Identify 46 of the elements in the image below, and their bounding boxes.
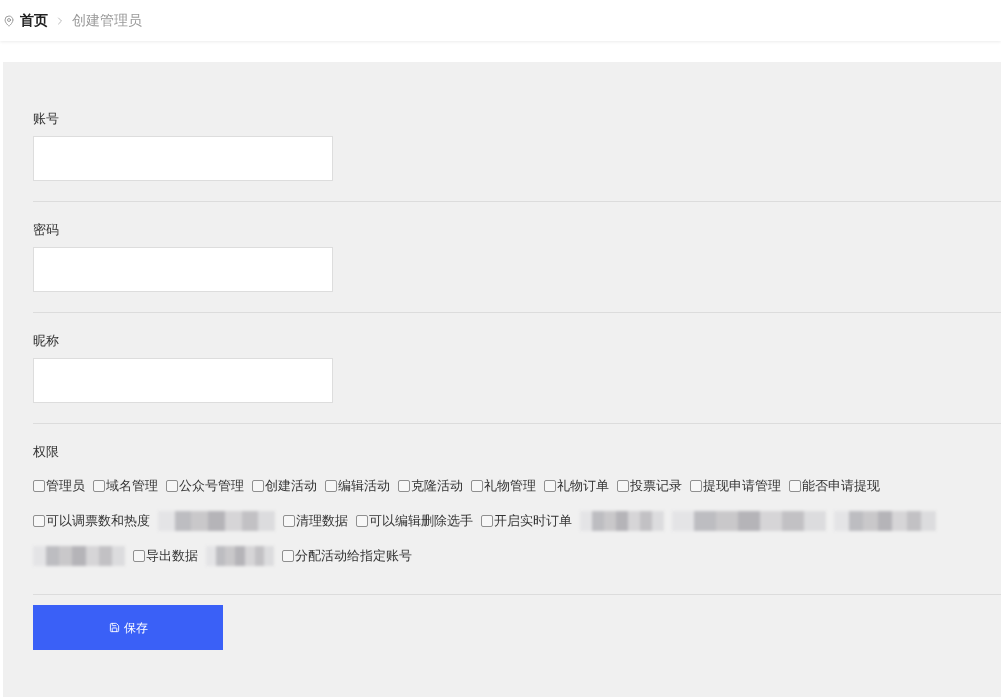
breadcrumb-link[interactable]: 首页	[20, 10, 48, 31]
permission-option[interactable]: 能否申请提现	[789, 476, 880, 496]
checkbox[interactable]	[481, 515, 493, 527]
permission-option[interactable]: 提现申请管理	[690, 476, 781, 496]
permission-option[interactable]: 克隆活动	[398, 476, 463, 496]
field-label: 权限	[33, 444, 60, 460]
permission-option[interactable]: 可以调票数和热度	[33, 511, 150, 531]
permission-option[interactable]: 管理员	[33, 476, 85, 496]
permission-option[interactable]: 可以编辑删除选手	[356, 511, 473, 531]
checkbox[interactable]	[690, 480, 702, 492]
save-button[interactable]: 保存	[33, 605, 223, 650]
permission-option[interactable]: 礼物管理	[471, 476, 536, 496]
checkbox[interactable]	[33, 515, 45, 527]
checkbox[interactable]	[33, 480, 45, 492]
checkbox[interactable]	[282, 550, 294, 562]
field-label: 昵称	[33, 333, 60, 349]
checkbox[interactable]	[471, 480, 483, 492]
checkbox[interactable]	[93, 480, 105, 492]
checkbox[interactable]	[325, 480, 337, 492]
permission-option[interactable]: 公众号管理	[166, 476, 244, 496]
field-label: 密码	[33, 222, 60, 238]
checkbox[interactable]	[356, 515, 368, 527]
text-input[interactable]	[33, 136, 333, 181]
permission-option[interactable]: 导出数据	[133, 546, 198, 566]
checkbox[interactable]	[166, 480, 178, 492]
permission-option[interactable]: 编辑活动	[325, 476, 390, 496]
location-pin-icon	[3, 13, 15, 28]
checkbox[interactable]	[283, 515, 295, 527]
checkbox[interactable]	[398, 480, 410, 492]
permission-option[interactable]: 礼物订单	[544, 476, 609, 496]
checkbox[interactable]	[789, 480, 801, 492]
permission-option[interactable]: 域名管理	[93, 476, 158, 496]
save-icon	[108, 622, 120, 633]
checkbox[interactable]	[252, 480, 264, 492]
text-input[interactable]	[33, 358, 333, 403]
checkbox[interactable]	[544, 480, 556, 492]
text-input[interactable]	[33, 247, 333, 292]
blurred-region	[206, 546, 274, 566]
permission-option[interactable]: 分配活动给指定账号	[282, 546, 412, 566]
permission-option[interactable]: 创建活动	[252, 476, 317, 496]
permission-option[interactable]: 投票记录	[617, 476, 682, 496]
checkbox[interactable]	[617, 480, 629, 492]
permission-option[interactable]: 清理数据	[283, 511, 348, 531]
field-label: 账号	[33, 111, 60, 127]
permission-option[interactable]: 开启实时订单	[481, 511, 572, 531]
checkbox[interactable]	[133, 550, 145, 562]
